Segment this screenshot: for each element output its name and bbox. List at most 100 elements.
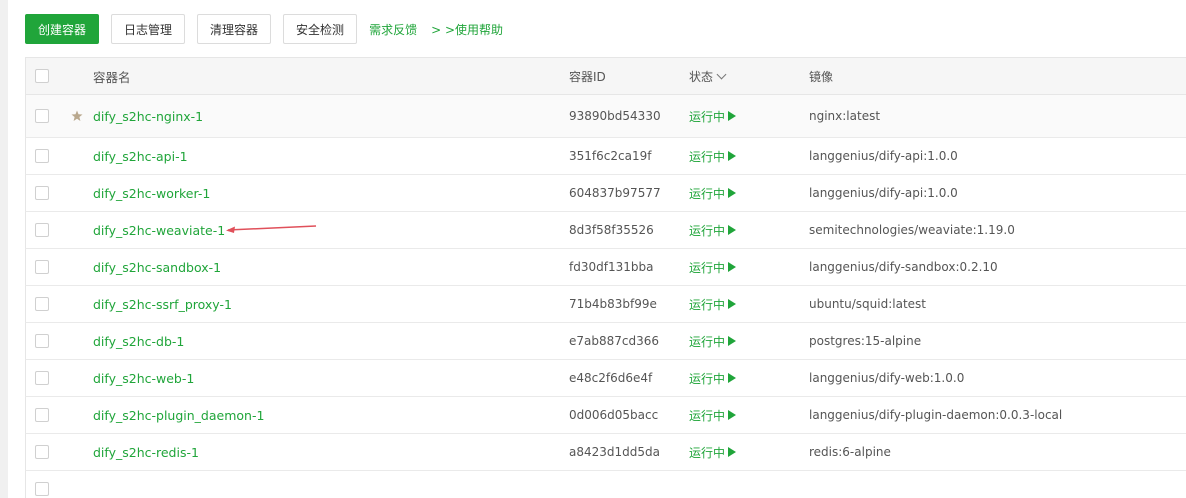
container-name-link[interactable]: dify_s2hc-weaviate-1: [93, 212, 225, 248]
container-name-link[interactable]: dify_s2hc-plugin_daemon-1: [93, 397, 264, 433]
table-row[interactable]: dify_s2hc-weaviate-1 8d3f58f35526 运行中 semit…: [25, 212, 1186, 249]
container-id: fd30df131bba: [569, 260, 654, 274]
table-row[interactable]: dify_s2hc-ssrf_proxy-1 71b4b83bf99e 运行中 ubu…: [25, 286, 1186, 323]
status-toggle[interactable]: 运行中: [689, 212, 737, 248]
header-status[interactable]: 状态: [689, 58, 727, 94]
security-check-button[interactable]: 安全检测: [283, 14, 358, 44]
table-row[interactable]: dify_s2hc-plugin_daemon-1 0d006d05bacc 运行中…: [25, 397, 1186, 434]
header-name: 容器名: [93, 69, 131, 85]
container-name-link[interactable]: dify_s2hc-sandbox-1: [93, 249, 221, 285]
help-link[interactable]: > >使用帮助: [431, 21, 503, 38]
row-checkbox[interactable]: [35, 223, 49, 237]
play-icon: [728, 410, 737, 420]
row-checkbox[interactable]: [35, 297, 49, 311]
container-image: semitechnologies/weaviate:1.19.0: [809, 223, 1015, 237]
container-id: 93890bd54330: [569, 109, 661, 123]
annotation-arrow-icon: [226, 212, 318, 248]
toolbar: 创建容器 日志管理 清理容器 安全检测 需求反馈 > >使用帮助: [25, 13, 517, 45]
table-row[interactable]: dify_s2hc-api-1 351f6c2ca19f 运行中 langgenius…: [25, 138, 1186, 175]
status-text: 运行中: [689, 371, 726, 386]
play-icon: [728, 262, 737, 272]
container-table: 容器名 容器ID 状态 镜像 dify_s2hc-nginx-1 93890bd5…: [25, 57, 1186, 498]
feedback-link[interactable]: 需求反馈: [369, 21, 417, 38]
status-text: 运行中: [689, 186, 726, 201]
header-image: 镜像: [809, 69, 834, 84]
status-toggle[interactable]: 运行中: [689, 397, 737, 433]
status-toggle[interactable]: 运行中: [689, 249, 737, 285]
play-icon: [728, 188, 737, 198]
container-name-link[interactable]: dify_s2hc-redis-1: [93, 434, 199, 470]
container-image: postgres:15-alpine: [809, 334, 922, 348]
table-header: 容器名 容器ID 状态 镜像: [25, 57, 1186, 95]
row-checkbox[interactable]: [35, 334, 49, 348]
row-checkbox[interactable]: [35, 445, 49, 459]
row-checkbox[interactable]: [35, 371, 49, 385]
chevron-down-icon: [716, 69, 727, 79]
status-text: 运行中: [689, 334, 726, 349]
row-checkbox[interactable]: [35, 408, 49, 422]
clean-containers-button[interactable]: 清理容器: [197, 14, 272, 44]
container-name-link[interactable]: dify_s2hc-db-1: [93, 323, 184, 359]
container-name-link[interactable]: dify_s2hc-ssrf_proxy-1: [93, 286, 232, 322]
status-toggle[interactable]: 运行中: [689, 434, 737, 470]
container-image: ubuntu/squid:latest: [809, 297, 926, 311]
table-row[interactable]: dify_s2hc-db-1 e7ab887cd366 运行中 postgres:15…: [25, 323, 1186, 360]
container-list-panel: 创建容器 日志管理 清理容器 安全检测 需求反馈 > >使用帮助 容器名 容器I…: [8, 0, 1186, 498]
status-text: 运行中: [689, 297, 726, 312]
container-image: langgenius/dify-api:1.0.0: [809, 186, 958, 200]
log-management-button[interactable]: 日志管理: [111, 14, 186, 44]
container-id: a8423d1dd5da: [569, 445, 660, 459]
table-row[interactable]: dify_s2hc-web-1 e48c2f6d6e4f 运行中 langgenius…: [25, 360, 1186, 397]
container-id: 71b4b83bf99e: [569, 297, 657, 311]
status-text: 运行中: [689, 408, 726, 423]
status-toggle[interactable]: 运行中: [689, 95, 737, 137]
header-id: 容器ID: [569, 69, 606, 84]
status-toggle[interactable]: 运行中: [689, 360, 737, 396]
play-icon: [728, 151, 737, 161]
table-row[interactable]: [25, 471, 1186, 498]
status-toggle[interactable]: 运行中: [689, 138, 737, 174]
container-image: redis:6-alpine: [809, 445, 891, 459]
play-icon: [728, 225, 737, 235]
table-row[interactable]: dify_s2hc-redis-1 a8423d1dd5da 运行中 redis:6-…: [25, 434, 1186, 471]
container-id: 0d006d05bacc: [569, 408, 659, 422]
table-row[interactable]: dify_s2hc-worker-1 604837b97577 运行中 langgen…: [25, 175, 1186, 212]
pin-icon[interactable]: [71, 95, 83, 137]
container-id: 604837b97577: [569, 186, 661, 200]
table-body: dify_s2hc-nginx-1 93890bd54330 运行中 nginx:la…: [25, 95, 1186, 498]
container-image: langgenius/dify-api:1.0.0: [809, 149, 958, 163]
container-image: langgenius/dify-sandbox:0.2.10: [809, 260, 998, 274]
status-text: 运行中: [689, 223, 726, 238]
status-toggle[interactable]: 运行中: [689, 323, 737, 359]
container-image: langgenius/dify-plugin-daemon:0.0.3-loca…: [809, 408, 1063, 422]
table-row[interactable]: dify_s2hc-sandbox-1 fd30df131bba 运行中 langge…: [25, 249, 1186, 286]
container-name-link[interactable]: dify_s2hc-nginx-1: [93, 95, 203, 137]
container-image: nginx:latest: [809, 109, 881, 123]
create-container-button[interactable]: 创建容器: [25, 14, 100, 44]
play-icon: [728, 299, 737, 309]
row-checkbox[interactable]: [35, 186, 49, 200]
container-id: e7ab887cd366: [569, 334, 660, 348]
play-icon: [728, 447, 737, 457]
status-toggle[interactable]: 运行中: [689, 175, 737, 211]
play-icon: [728, 336, 737, 346]
status-text: 运行中: [689, 445, 726, 460]
row-checkbox[interactable]: [35, 482, 49, 496]
play-icon: [728, 373, 737, 383]
header-status-label: 状态: [689, 69, 714, 84]
row-checkbox[interactable]: [35, 260, 49, 274]
status-text: 运行中: [689, 109, 726, 124]
row-checkbox[interactable]: [35, 149, 49, 163]
table-row[interactable]: dify_s2hc-nginx-1 93890bd54330 运行中 nginx:la…: [25, 95, 1186, 138]
container-id: 8d3f58f35526: [569, 223, 654, 237]
container-name-link[interactable]: dify_s2hc-web-1: [93, 360, 194, 396]
status-toggle[interactable]: 运行中: [689, 286, 737, 322]
select-all-checkbox[interactable]: [35, 69, 49, 83]
container-id: e48c2f6d6e4f: [569, 371, 653, 385]
container-image: langgenius/dify-web:1.0.0: [809, 371, 965, 385]
status-text: 运行中: [689, 149, 726, 164]
container-name-link[interactable]: dify_s2hc-api-1: [93, 138, 188, 174]
row-checkbox[interactable]: [35, 109, 49, 123]
play-icon: [728, 111, 737, 121]
container-name-link[interactable]: dify_s2hc-worker-1: [93, 175, 210, 211]
